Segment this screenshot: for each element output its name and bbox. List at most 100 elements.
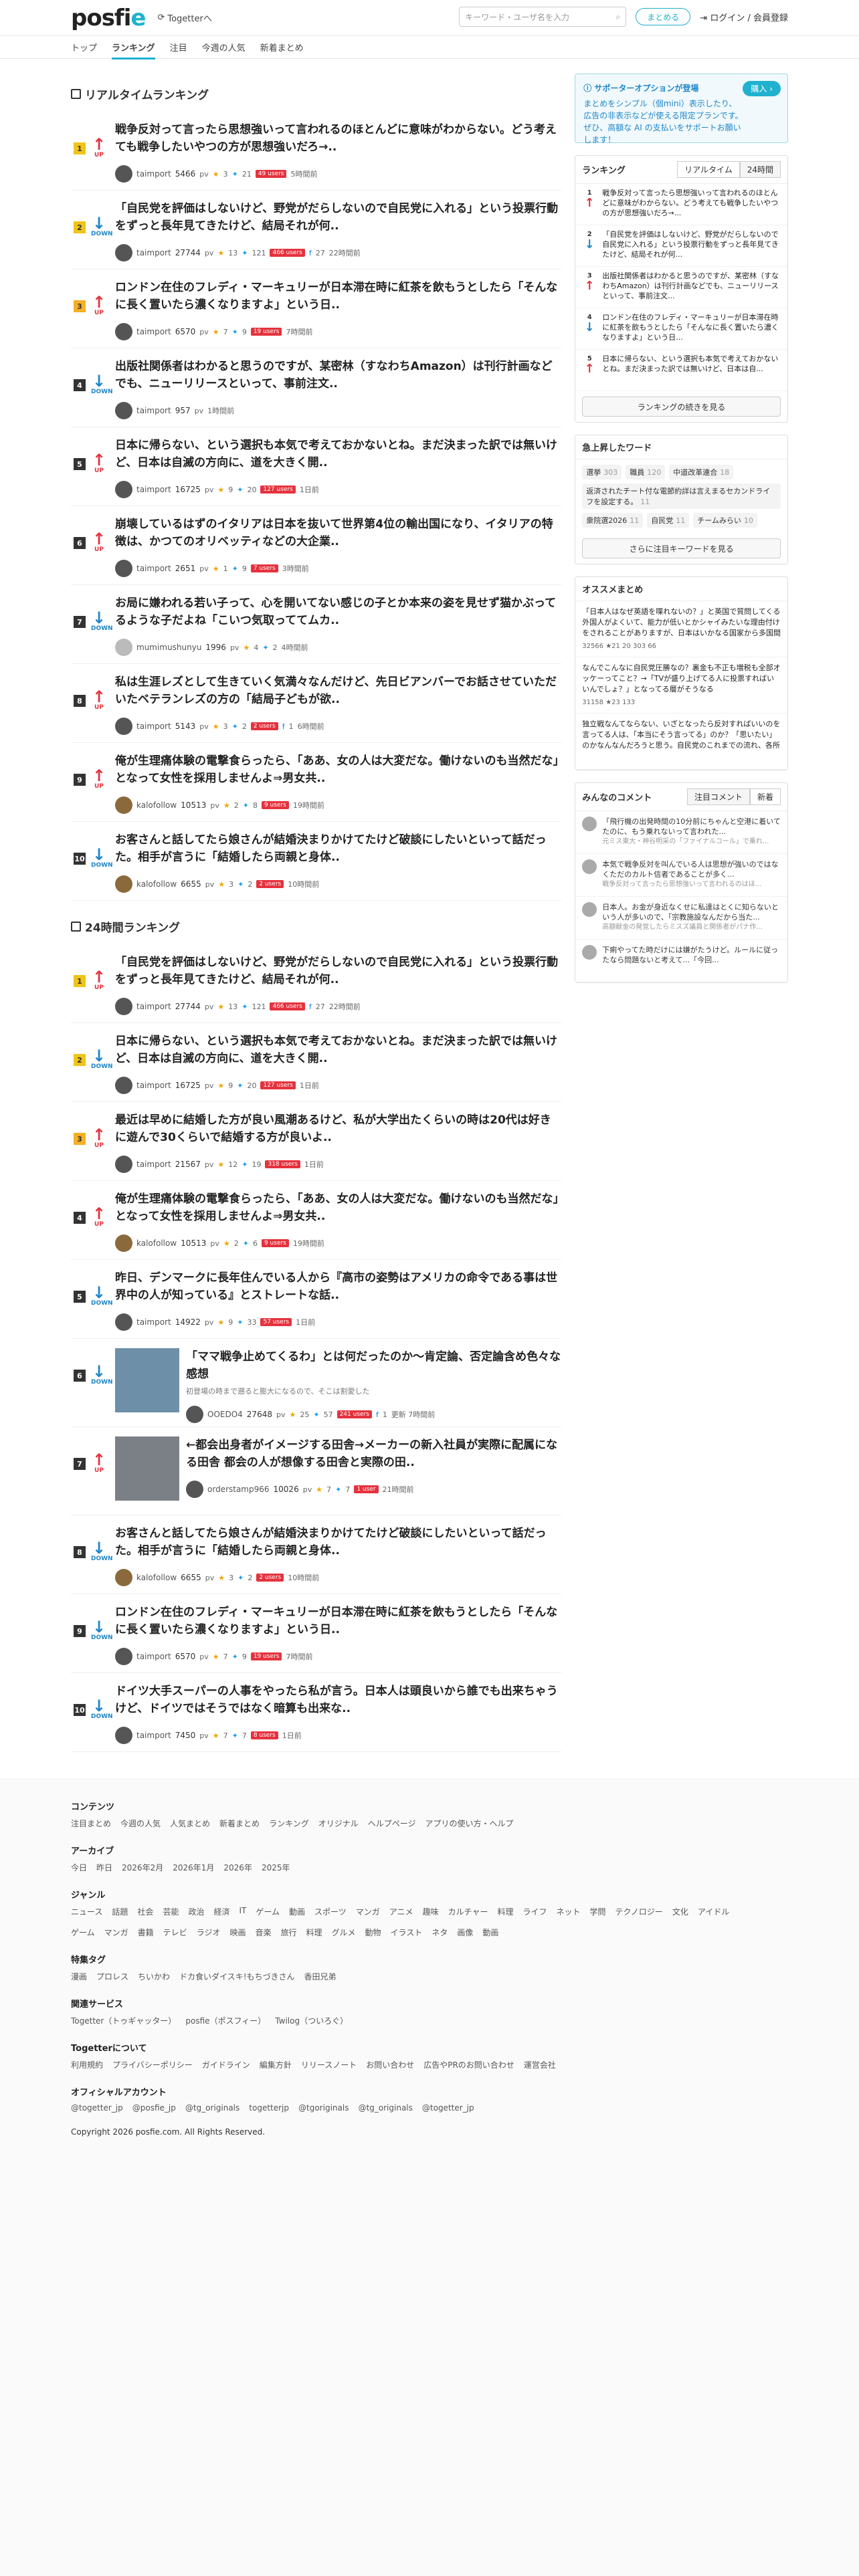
keyword-chip[interactable]: 職員 120 — [626, 465, 666, 479]
ranking-item[interactable]: 8 ↑ UP 私は生涯レズとして生きていく気満々なんだけど、先日ビアンバーでお話させて… — [71, 664, 562, 743]
avatar[interactable] — [115, 165, 132, 183]
comment-source[interactable]: 高額献金の発覚したらミスズ議員と関係者がパナ作... — [602, 922, 781, 932]
posfie-logo[interactable]: posfie — [71, 5, 146, 31]
footer-genre-link[interactable]: ゲーム — [256, 1906, 280, 1917]
footer-genre-link[interactable]: グルメ — [332, 1927, 356, 1938]
footer-archive-link[interactable]: 2026年2月 — [122, 1862, 163, 1873]
footer-genre-link[interactable]: テクノロジー — [615, 1906, 663, 1917]
footer-link[interactable]: 今週の人気 — [120, 1818, 161, 1829]
footer-genre-link[interactable]: 動画 — [289, 1906, 305, 1917]
footer-official-link[interactable]: @togetter_jp — [422, 2103, 474, 2113]
ranking-item[interactable]: 7 ↑ UP ←都会出身者がイメージする田舎→メーカーの新入社員が実際に配属になる田舎… — [71, 1427, 562, 1515]
ranking-item[interactable]: 1 ↑ UP 戦争反対って言ったら思想強いって言われるのほとんどに意味がわからない。ど… — [71, 112, 562, 191]
comment-body[interactable]: 日本人。お金が身近なくせに私達はとくに知らないという人が多いので、「宗教施設なん… — [602, 902, 781, 922]
avatar[interactable] — [115, 875, 132, 893]
ranking-title[interactable]: 昨日、デンマークに長年住んでいる人から『高市の姿勢はアメリカの命令である事は世界… — [115, 1269, 561, 1304]
ranking-title[interactable]: 私は生涯レズとして生きていく気満々なんだけど、先日ビアンバーでお話させていただい… — [115, 673, 561, 708]
recommended-item[interactable]: 独立戦なんてならない、いざとなったら反対すればいいのを言ってる人は、「本当にそう… — [575, 714, 787, 770]
footer-link[interactable]: アプリの使い方・ヘルプ — [425, 1818, 513, 1829]
author-name[interactable]: taimport — [136, 564, 171, 573]
avatar[interactable] — [115, 560, 132, 577]
ranking-title[interactable]: お局に嫌われる若い子って、心を開いてない感じの子とか本来の姿を見せず猫かぶってる… — [115, 595, 561, 629]
ranking-item[interactable]: 5 ↓ DOWN 昨日、デンマークに長年住んでいる人から『高市の姿勢はアメリカの命令で… — [71, 1260, 562, 1339]
side-ranking-title[interactable]: 「自民党を評価はしないけど、野党がだらしないので自民党に入れる」という投票行動を… — [602, 229, 781, 262]
author-name[interactable]: taimport — [136, 485, 171, 494]
author-name[interactable]: mumimushunyu — [136, 643, 201, 652]
author-name[interactable]: taimport — [136, 1317, 171, 1327]
avatar[interactable] — [115, 998, 132, 1015]
footer-link[interactable]: ランキング — [269, 1818, 309, 1829]
footer-genre-link[interactable]: IT — [239, 1906, 246, 1917]
footer-genre-link[interactable]: ライフ — [522, 1906, 547, 1917]
ranking-item[interactable]: 4 ↓ DOWN 出版社関係者はわかると思うのですが、某密林（すなわちAmazon）は… — [71, 348, 562, 427]
avatar[interactable] — [115, 1313, 132, 1331]
comment-item[interactable]: 本気で戦争反対を叫んでいる人は思想が強いのではなくただのカルト信者であることが多… — [575, 854, 787, 897]
footer-tag-link[interactable]: 漫画 — [71, 1971, 87, 1982]
avatar[interactable] — [115, 244, 132, 261]
footer-genre-link[interactable]: 芸能 — [163, 1906, 179, 1917]
footer-official-link[interactable]: @tg_originals — [358, 2103, 412, 2113]
footer-related-link[interactable]: Togetter（トゥギャッター） — [71, 2015, 176, 2026]
keyword-chip[interactable]: 中道改革連合 18 — [669, 465, 734, 479]
avatar[interactable] — [115, 1569, 132, 1586]
author-name[interactable]: taimport — [136, 1160, 171, 1169]
side-ranking-item[interactable]: 2 ↓ 「自民党を評価はしないけど、野党がだらしないので自民党に入れる」という投票行… — [575, 225, 787, 267]
footer-about-link[interactable]: お問い合わせ — [366, 2059, 414, 2070]
footer-link[interactable]: オリジナル — [318, 1818, 359, 1829]
avatar[interactable] — [186, 1481, 203, 1498]
comment-item[interactable]: 日本人。お金が身近なくせに私達はとくに知らないという人が多いので、「宗教施設なん… — [575, 897, 787, 940]
recommended-title[interactable]: 独立戦なんてならない、いざとなったら反対すればいいのを言ってる人は、「本当にそう… — [582, 719, 781, 751]
footer-genre-link[interactable]: 料理 — [497, 1906, 513, 1917]
footer-genre-link[interactable]: マンガ — [104, 1927, 128, 1938]
tab-new-comments[interactable]: 新着 — [749, 788, 781, 805]
ranking-item[interactable]: 8 ↓ DOWN お客さんと話してたら娘さんが結婚決まりかけてたけど破談にしたいといっ… — [71, 1515, 562, 1594]
footer-tag-link[interactable]: ドカ食いダイスキ!もちづきさん — [179, 1971, 294, 1982]
footer-archive-link[interactable]: 2025年 — [262, 1862, 290, 1873]
footer-tag-link[interactable]: ちいかわ — [138, 1971, 170, 1982]
keyword-chip[interactable]: チームみらい 10 — [693, 513, 757, 528]
nav-featured[interactable]: 注目 — [170, 41, 187, 53]
ranking-item[interactable]: 10 ↓ DOWN お客さんと話してたら娘さんが結婚決まりかけてたけど破談にしたいとい… — [71, 822, 562, 901]
ranking-item[interactable]: 6 ↑ UP 崩壊しているはずのイタリアは日本を抜いて世界第4位の輸出国になり、イタリ… — [71, 506, 562, 585]
footer-archive-link[interactable]: 昨日 — [96, 1862, 112, 1873]
side-ranking-title[interactable]: ロンドン在住のフレディ・マーキュリーが日本滞在時に紅茶を飲もうとしたら「そんなに… — [602, 312, 781, 345]
footer-link[interactable]: 新着まとめ — [219, 1818, 260, 1829]
search-input[interactable]: キーワード・ユーザ名を入力 ⌕ — [459, 7, 627, 27]
side-ranking-title[interactable]: 出版社関係者はわかると思うのですが、某密林（すなわちAmazon）は刊行計画など… — [602, 271, 781, 304]
author-name[interactable]: kalofollow — [136, 1573, 177, 1582]
tab-realtime[interactable]: リアルタイム — [677, 161, 740, 178]
footer-genre-link[interactable]: アニメ — [389, 1906, 413, 1917]
footer-genre-link[interactable]: 映画 — [229, 1927, 246, 1938]
thumbnail-image[interactable] — [115, 1348, 179, 1412]
recommended-item[interactable]: なんでこんなに自民党圧勝なの？裏金も不正も増税も全部オッケーってこと？→「TVが… — [575, 657, 787, 714]
recommended-title[interactable]: 「日本人はなぜ英語を喋れないの？」と英国で質問してくる外国人がよくいて、能力が低… — [582, 607, 781, 639]
author-name[interactable]: kalofollow — [136, 879, 177, 889]
footer-related-link[interactable]: Twilog（ついろぐ） — [275, 2015, 348, 2026]
footer-official-link[interactable]: @tg_originals — [185, 2103, 240, 2113]
avatar[interactable] — [115, 639, 132, 656]
footer-official-link[interactable]: togetterjp — [249, 2103, 289, 2113]
footer-genre-link[interactable]: ニュース — [71, 1906, 102, 1917]
footer-genre-link[interactable]: 動画 — [482, 1927, 498, 1938]
footer-official-link[interactable]: @tgoriginals — [298, 2103, 349, 2113]
avatar[interactable] — [115, 796, 132, 814]
avatar[interactable] — [115, 1235, 132, 1252]
keyword-chip[interactable]: 自民党 11 — [647, 513, 690, 528]
author-name[interactable]: orderstamp966 — [207, 1485, 270, 1494]
matome-button[interactable]: まとめる — [636, 8, 691, 25]
footer-genre-link[interactable]: 料理 — [306, 1927, 322, 1938]
footer-genre-link[interactable]: イラスト — [391, 1927, 423, 1938]
ranking-title[interactable]: ←都会出身者がイメージする田舎→メーカーの新入社員が実際に配属になる田舎 都会の… — [186, 1436, 561, 1471]
footer-about-link[interactable]: ガイドライン — [202, 2059, 250, 2070]
footer-about-link[interactable]: 運営会社 — [524, 2059, 556, 2070]
footer-related-link[interactable]: posfie（ポスフィー） — [185, 2015, 266, 2026]
ranking-title[interactable]: 出版社関係者はわかると思うのですが、某密林（すなわちAmazon）は刊行計画など… — [115, 358, 561, 393]
footer-genre-link[interactable]: テレビ — [163, 1927, 187, 1938]
author-name[interactable]: taimport — [136, 169, 171, 179]
author-name[interactable]: taimport — [136, 1002, 171, 1011]
footer-genre-link[interactable]: アイドル — [698, 1906, 729, 1917]
footer-about-link[interactable]: 広告やPRのお問い合わせ — [423, 2059, 514, 2070]
login-link[interactable]: ⇥ ログイン / 会員登録 — [700, 11, 788, 23]
search-icon[interactable]: ⌕ — [616, 12, 621, 22]
avatar[interactable] — [115, 481, 132, 498]
